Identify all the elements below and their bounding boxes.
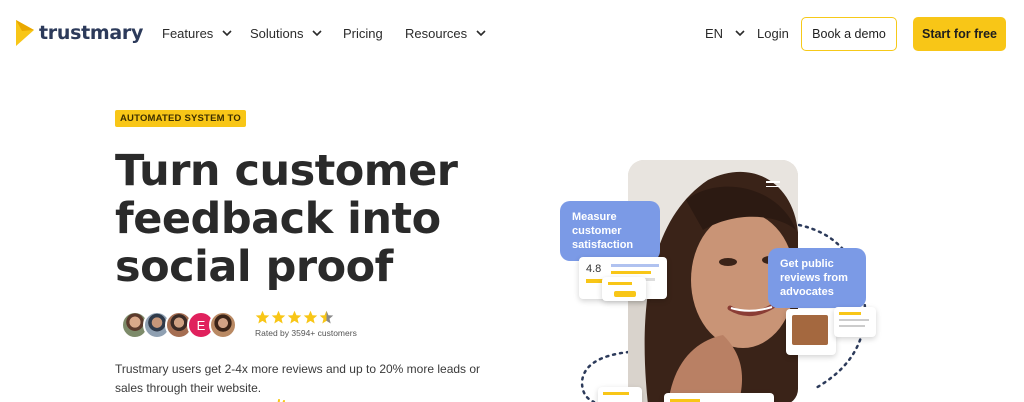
nav-pricing[interactable]: Pricing: [343, 26, 383, 41]
mini-stars: [608, 282, 632, 285]
bottom-card: [598, 387, 642, 402]
nav-features[interactable]: Features: [162, 26, 232, 41]
review-snippet-card: [834, 307, 876, 337]
nav-pricing-label: Pricing: [343, 26, 383, 41]
review-card: [786, 309, 836, 355]
chevron-down-icon: [735, 30, 745, 37]
star-rating: [255, 310, 357, 325]
hero-subtext: Trustmary users get 2-4x more reviews an…: [115, 362, 481, 395]
sparkle-decoration: [276, 394, 286, 402]
headline-line: Turn customer: [115, 146, 458, 196]
score-bar: [611, 271, 651, 274]
snippet-line: [839, 325, 865, 327]
book-demo-button[interactable]: Book a demo: [801, 17, 897, 51]
star-icon: [287, 310, 302, 324]
measure-satisfaction-bubble: Measure customer satisfaction: [560, 201, 660, 261]
avatar: [209, 311, 237, 339]
nav-solutions[interactable]: Solutions: [250, 26, 323, 41]
avatar-initial: E: [196, 317, 206, 333]
login-label: Login: [757, 26, 789, 41]
menu-icon: [766, 181, 780, 187]
start-free-button[interactable]: Start for free: [913, 17, 1006, 51]
trustmary-logo-icon: [16, 20, 34, 46]
nav-solutions-label: Solutions: [250, 26, 304, 41]
headline-line: social proof: [115, 242, 393, 292]
rated-by-text: Rated by 3594+ customers: [255, 328, 357, 338]
language-label: EN: [705, 26, 724, 41]
nav-resources[interactable]: Resources: [405, 26, 486, 41]
score-bar: [611, 264, 659, 267]
nav-resources-label: Resources: [405, 26, 468, 41]
bottom-card: [664, 393, 774, 402]
reviewer-photo: [792, 315, 828, 345]
public-reviews-bubble: Get public reviews from advocates: [768, 248, 866, 308]
half-star-icon: [319, 310, 334, 324]
login-link[interactable]: Login: [757, 26, 789, 41]
trustmary-logo[interactable]: trustmary: [16, 20, 143, 46]
score-value: 4.8: [586, 263, 602, 275]
chevron-down-icon: [476, 30, 486, 37]
customer-avatars: E: [121, 311, 237, 339]
chevron-down-icon: [312, 30, 323, 37]
snippet-stars: [839, 312, 861, 315]
bottom-stars: [603, 392, 629, 395]
top-navigation: trustmary Features Solutions Pricing Res…: [0, 0, 1024, 70]
snippet-line: [839, 319, 869, 321]
mini-button: [614, 291, 636, 297]
chevron-down-icon: [222, 30, 232, 37]
rating-block: Rated by 3594+ customers: [255, 310, 357, 338]
language-selector[interactable]: EN: [705, 26, 745, 41]
star-icon: [255, 310, 270, 324]
hero-headline: Turn customer feedback into social proof: [115, 147, 495, 291]
eyebrow-badge: AUTOMATED SYSTEM TO: [115, 110, 246, 127]
headline-line: feedback into: [115, 194, 441, 244]
star-icon: [303, 310, 318, 324]
nav-features-label: Features: [162, 26, 214, 41]
star-icon: [271, 310, 286, 324]
feedback-mini-card: [602, 277, 646, 301]
hero-illustration: Measure customer satisfaction 4.8 Get pu…: [554, 157, 894, 402]
brand-name: trustmary: [39, 22, 144, 44]
